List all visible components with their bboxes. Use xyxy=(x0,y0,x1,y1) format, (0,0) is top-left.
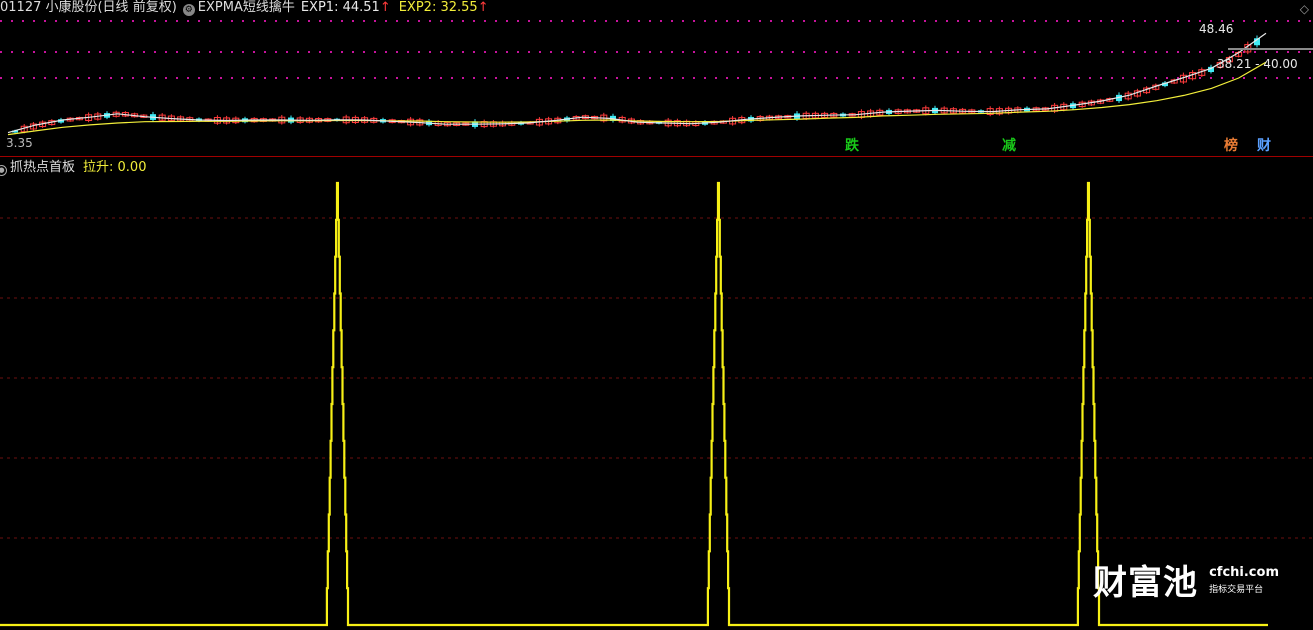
event-tag-drop[interactable]: 跌 xyxy=(845,138,859,154)
chart-canvas xyxy=(0,20,1313,627)
watermark-logo: 财富池 xyxy=(1093,563,1198,603)
rise-value-label: 拉升: 0.00 xyxy=(83,160,147,175)
main-chart-header: 01127 小康股份(日线 前复权) ⚙ EXPMA短线擒牛 EXP1: 44.51↑… xyxy=(0,0,489,16)
exp1-line xyxy=(7,32,1267,134)
rise-signal-line xyxy=(0,181,1268,627)
watermark-domain: cfchi.com xyxy=(1209,564,1279,580)
event-tag-list[interactable]: 榜 xyxy=(1224,138,1238,154)
watermark: 财富池 cfchi.com 指标交易平台 xyxy=(1093,555,1279,604)
diamond-icon[interactable]: ◇ xyxy=(1300,2,1309,16)
price-low-label: 3.35 xyxy=(6,136,33,150)
sub-chart-header: ● 抓热点首板 拉升: 0.00 xyxy=(0,160,146,176)
exp2-line xyxy=(7,61,1267,136)
exp1-label: EXP1: 44.51 xyxy=(300,0,380,15)
exp1-up-arrow-icon: ↑ xyxy=(379,0,391,15)
exp2-up-arrow-icon: ↑ xyxy=(477,0,489,15)
gear-icon[interactable]: ⚙ xyxy=(182,4,195,16)
sub-indicator-name: 抓热点首板 xyxy=(10,160,76,175)
event-tag-reduce[interactable]: 减 xyxy=(1002,138,1016,154)
indicator-name: EXPMA短线擒牛 xyxy=(197,0,295,15)
stock-title: 01127 小康股份(日线 前复权) xyxy=(0,0,177,15)
watermark-slogan: 指标交易平台 xyxy=(1209,584,1264,595)
exp2-label: EXP2: 32.55 xyxy=(398,0,478,15)
settings-icon[interactable]: ● xyxy=(0,165,7,176)
event-tag-finance[interactable]: 财 xyxy=(1257,138,1271,154)
price-range-label: 38.21 - 40.00 xyxy=(1217,57,1298,71)
price-high-label: 48.46 xyxy=(1199,22,1234,36)
